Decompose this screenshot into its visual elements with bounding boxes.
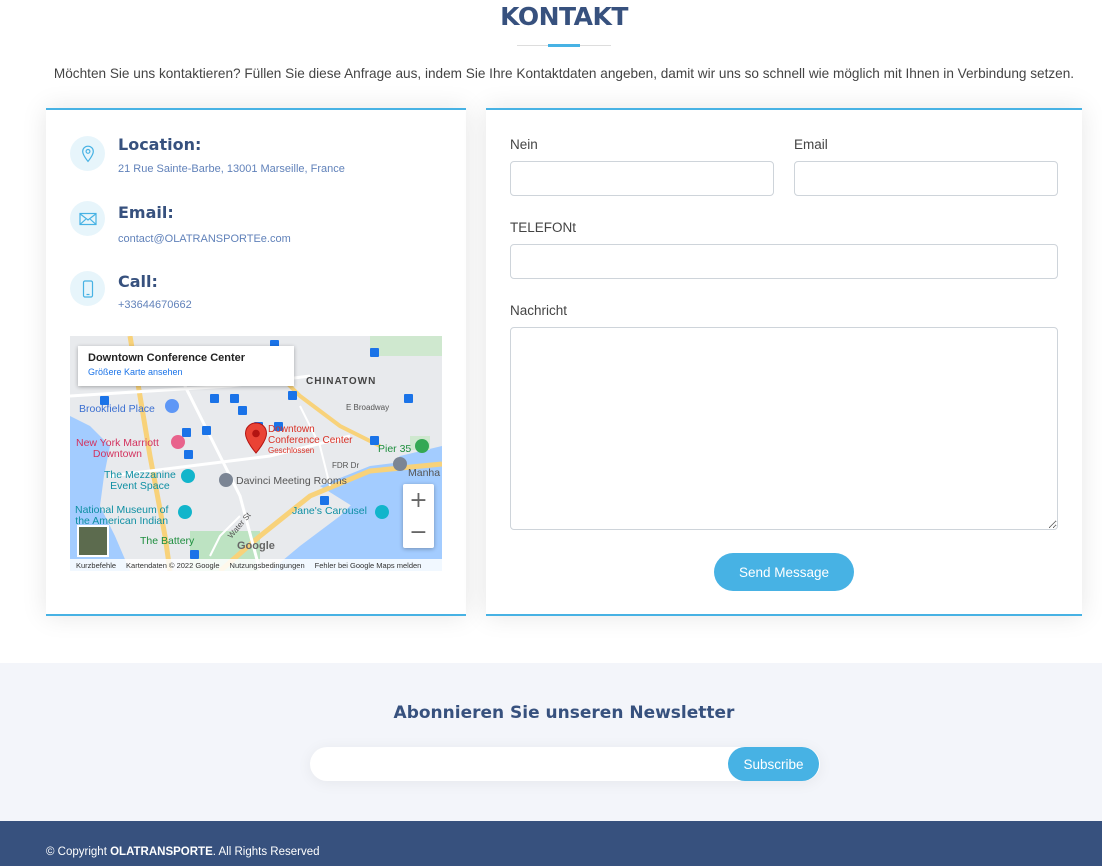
google-logo: Google [237, 540, 275, 552]
map-label-pin-name: Downtown Conference Center [268, 424, 353, 446]
envelope-icon [70, 201, 105, 236]
map-data-credit: Kartendaten © 2022 Google [126, 560, 220, 570]
phone-icon [70, 271, 105, 306]
email-input[interactable] [794, 161, 1058, 196]
title-divider-accent [548, 44, 580, 47]
copyright-brand: OLATRANSPORTE [110, 846, 213, 858]
message-textarea[interactable] [510, 327, 1058, 530]
copyright-prefix: © Copyright [46, 846, 111, 858]
map-info-bubble: Downtown Conference Center Größere Karte… [78, 346, 294, 386]
map-pin-icon [70, 136, 105, 171]
map-report-link[interactable]: Fehler bei Google Maps melden [315, 561, 422, 570]
map-label-chinatown: CHINATOWN [306, 376, 377, 387]
map-label-pier35: Pier 35 [378, 443, 412, 455]
call-text[interactable]: +33644670662 [118, 299, 192, 311]
map-zoom-control: + − [403, 484, 434, 548]
email-label: Email [794, 137, 828, 152]
newsletter-email-input[interactable] [310, 747, 726, 781]
name-label: Nein [510, 137, 538, 152]
map-label-marriott: New York Marriott Downtown [76, 437, 159, 460]
map-label-battery: The Battery [140, 535, 195, 547]
contact-form: Nein Email TELEFONt Nachricht Send Messa… [486, 108, 1082, 616]
location-heading: Location: [118, 135, 202, 154]
zoom-out-button[interactable]: − [403, 516, 434, 548]
phone-label: TELEFONt [510, 220, 577, 235]
embedded-map[interactable]: Downtown Conference Center Größere Karte… [70, 336, 442, 571]
message-label: Nachricht [510, 303, 568, 318]
phone-input[interactable] [510, 244, 1058, 279]
send-message-button[interactable]: Send Message [714, 553, 854, 591]
section-title: KONTAKT [500, 2, 628, 31]
contact-info-card: Location: 21 Rue Sainte-Barbe, 13001 Mar… [46, 108, 466, 616]
location-text: 21 Rue Sainte-Barbe, 13001 Marseille, Fr… [118, 163, 345, 175]
name-input[interactable] [510, 161, 774, 196]
map-label-manha: Manha [408, 467, 441, 479]
zoom-in-button[interactable]: + [403, 484, 434, 516]
page-footer: © Copyright OLATRANSPORTE. All Rights Re… [0, 821, 1102, 866]
newsletter-title: Abonnieren Sie unseren Newsletter [393, 703, 735, 723]
map-label-fdr: FDR Dr [332, 461, 360, 470]
section-intro: Möchten Sie uns kontaktieren? Füllen Sie… [53, 66, 1075, 81]
map-terms-link[interactable]: Nutzungsbedingungen [230, 561, 305, 570]
map-label-mezzanine: The Mezzanine Event Space [104, 469, 176, 492]
larger-map-link[interactable]: Größere Karte ansehen [88, 367, 284, 377]
map-label-national-museum: National Museum of the American Indian [75, 504, 169, 527]
map-shortcuts-link[interactable]: Kurzbefehle [76, 561, 116, 570]
map-label-pin-status: Geschlossen [268, 446, 315, 455]
subscribe-button[interactable]: Subscribe [728, 747, 819, 781]
copyright-text: © Copyright OLATRANSPORTE. All Rights Re… [46, 846, 320, 858]
map-label-e-broadway: E Broadway [346, 403, 390, 412]
email-text[interactable]: contact@OLATRANSPORTEe.com [118, 233, 291, 245]
map-label-brookfield: Brookfield Place [79, 403, 155, 415]
map-label-janes: Jane's Carousel [292, 505, 367, 517]
copyright-suffix: . All Rights Reserved [212, 846, 320, 858]
map-attribution-bar: Kurzbefehle Kartendaten © 2022 Google Nu… [70, 559, 442, 571]
newsletter-form: Subscribe [310, 747, 820, 781]
newsletter-section: Abonnieren Sie unseren Newsletter Subscr… [0, 663, 1102, 821]
email-heading: Email: [118, 203, 174, 222]
red-map-pin-icon[interactable] [244, 422, 268, 454]
call-heading: Call: [118, 272, 158, 291]
map-label-davinci: Davinci Meeting Rooms [236, 475, 347, 487]
map-place-name: Downtown Conference Center [88, 352, 246, 364]
